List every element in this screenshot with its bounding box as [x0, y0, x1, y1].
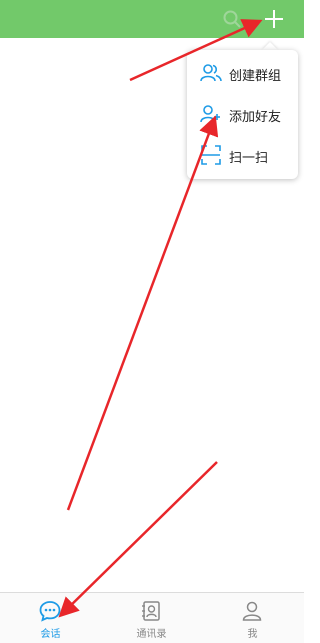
chat-bubble-icon: [38, 599, 62, 623]
tab-conversations[interactable]: 会话: [0, 593, 101, 643]
menu-item-create-group[interactable]: 创建群组: [187, 54, 298, 94]
menu-caret: [262, 42, 278, 50]
top-app-bar: [0, 0, 304, 38]
scan-icon: [200, 144, 222, 166]
search-icon[interactable]: [222, 9, 242, 29]
add-popup-menu: 创建群组 添加好友 扫一扫: [187, 50, 298, 179]
menu-item-add-friend[interactable]: 添加好友: [187, 95, 298, 135]
menu-item-label: 创建群组: [229, 69, 282, 84]
menu-item-label: 扫一扫: [229, 151, 269, 166]
tab-label: 通讯录: [136, 629, 167, 640]
plus-icon[interactable]: [263, 8, 285, 30]
menu-item-label: 添加好友: [229, 110, 282, 125]
contacts-icon: [139, 599, 163, 623]
menu-item-scan[interactable]: 扫一扫: [187, 136, 298, 176]
tab-me[interactable]: 我: [202, 593, 303, 643]
person-icon: [240, 599, 264, 623]
tab-label: 我: [247, 629, 258, 640]
add-friend-icon: [200, 103, 222, 125]
bottom-tab-bar: 会话 通讯录 我: [0, 592, 304, 643]
group-icon: [200, 62, 222, 84]
tab-label: 会话: [40, 629, 61, 640]
tab-contacts[interactable]: 通讯录: [101, 593, 202, 643]
